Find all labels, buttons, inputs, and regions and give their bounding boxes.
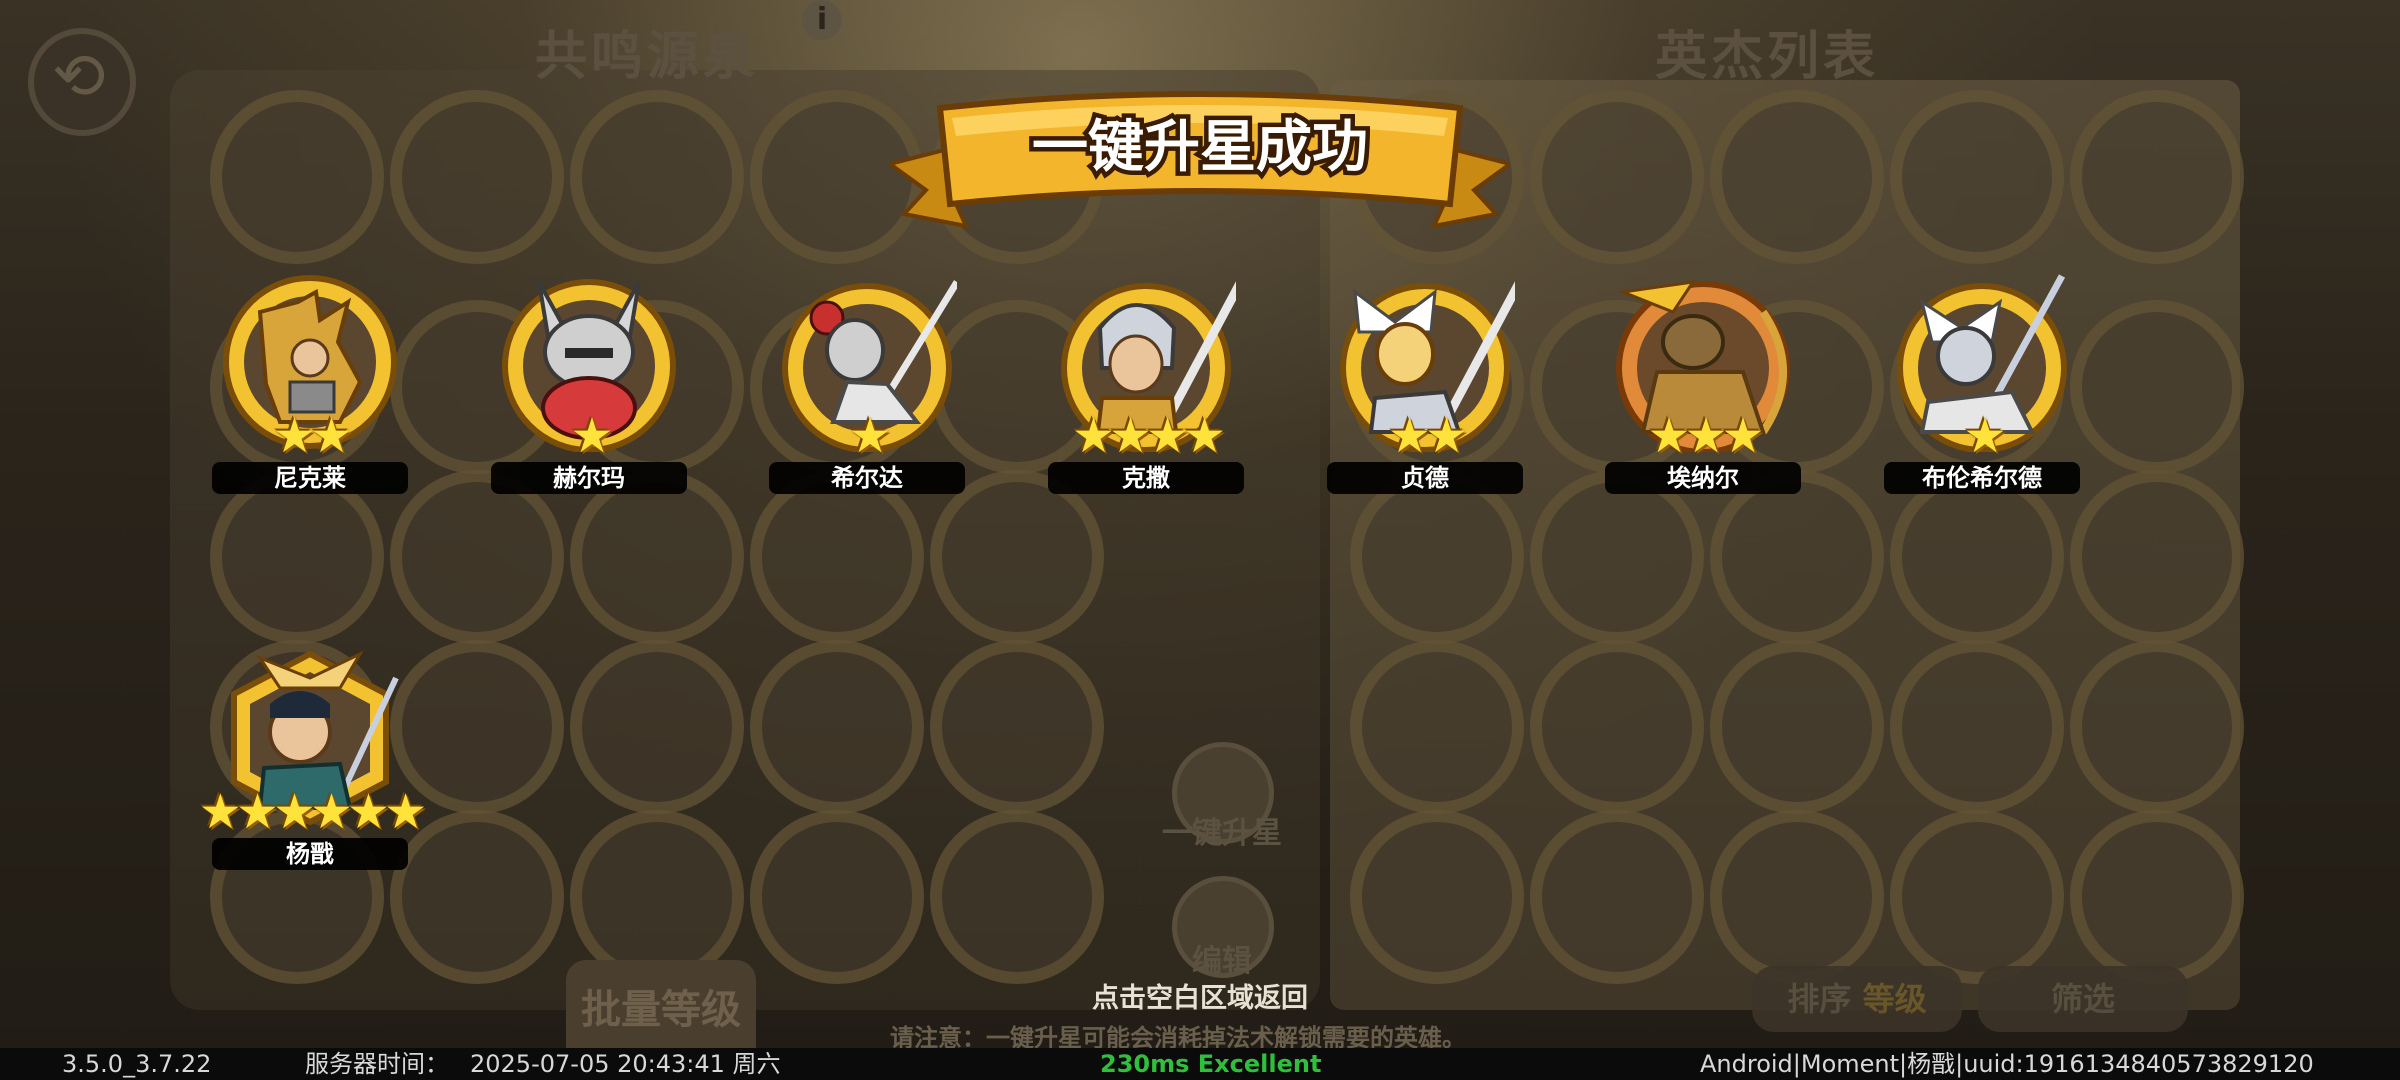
background-hero-slot (2070, 90, 2244, 264)
hero-name: 贞德 (1401, 464, 1449, 492)
hero-stars: ★★★ (1647, 408, 1764, 464)
status-bar: 3.5.0_3.7.22 服务器时间： 2025-07-05 20:43:41 … (0, 1048, 2400, 1080)
edit-label: 编辑 (1192, 944, 1252, 979)
success-banner: 一键升星成功 (890, 91, 1510, 229)
sort-button[interactable]: 排序 等级 (1752, 966, 1962, 1032)
background-hero-slot (570, 810, 744, 984)
device-info: Android|Moment|杨戬|uuid:19161348405738291… (1700, 1050, 2314, 1078)
sort-label: 排序 (1787, 980, 1852, 1018)
server-time: 2025-07-05 20:43:41 周六 (470, 1050, 781, 1078)
background-hero-slot (750, 810, 924, 984)
hero-card-kesa: ★★★★ 克撒 (1046, 272, 1246, 502)
background-hero-slot (1530, 810, 1704, 984)
filter-button[interactable]: 筛选 (1978, 966, 2188, 1032)
hero-name: 布伦希尔德 (1922, 464, 2042, 492)
hero-name: 赫尔玛 (553, 464, 625, 492)
hero-card-hilda: ★ 希尔达 (767, 272, 967, 502)
sort-value: 等级 (1862, 980, 1927, 1018)
ping-status: 230ms Excellent (1100, 1050, 1322, 1078)
version-text: 3.5.0_3.7.22 (62, 1050, 212, 1078)
background-hero-slot (930, 810, 1104, 984)
background-hero-slot (1350, 640, 1524, 814)
hero-card-yangjian: ★★★★★★ 杨戬 (199, 648, 427, 878)
hero-name: 尼克莱 (274, 464, 346, 492)
background-hero-slot (570, 90, 744, 264)
background-hero-slot (2070, 470, 2244, 644)
hero-stars: ★★★★ (1071, 408, 1226, 464)
hero-card-helma: ★ 赫尔玛 (489, 272, 689, 502)
batch-level-button[interactable]: 批量等级 (566, 960, 756, 1060)
tap-to-return-hint[interactable]: 点击空白区域返回 (1000, 976, 1400, 1015)
hero-card-brunhilde: ★ 布伦希尔德 (1882, 272, 2082, 502)
hero-stars: ★★ (1387, 408, 1468, 464)
info-icon[interactable]: i (802, 0, 842, 40)
back-button[interactable] (28, 28, 136, 136)
hero-card-nikolai: ★★ 尼克莱 (210, 272, 410, 502)
hero-stars: ★ (1963, 408, 2006, 464)
background-hero-slot (1890, 810, 2064, 984)
resonance-title: 共鸣源泉 (535, 26, 760, 87)
background-hero-slot (2070, 300, 2244, 474)
background-hero-slot (210, 90, 384, 264)
background-hero-slot (1710, 810, 1884, 984)
hero-stars: ★ (848, 408, 891, 464)
server-time-label: 服务器时间： (305, 1050, 449, 1078)
background-hero-slot (1890, 640, 2064, 814)
filter-label: 筛选 (2050, 980, 2115, 1018)
hero-card-einar: ★★★ 埃纳尔 (1603, 272, 1803, 502)
hero-name: 杨戬 (286, 840, 334, 868)
background-hero-slot (750, 640, 924, 814)
hero-stars: ★ (570, 408, 613, 464)
background-hero-slot (1710, 640, 1884, 814)
background-hero-slot (390, 90, 564, 264)
background-hero-slot (1530, 90, 1704, 264)
background-hero-slot (570, 640, 744, 814)
hero-stars: ★★ (272, 408, 353, 464)
background-hero-slot (2070, 810, 2244, 984)
background-hero-slot (1530, 640, 1704, 814)
banner-title: 一键升星成功 (1032, 115, 1368, 180)
hero-name: 克撒 (1122, 464, 1170, 492)
hero-name: 埃纳尔 (1667, 464, 1739, 492)
hero-list-title: 英杰列表 (1655, 26, 1880, 87)
background-hero-slot (1710, 90, 1884, 264)
background-hero-slot (930, 640, 1104, 814)
background-hero-slot (1350, 810, 1524, 984)
hero-card-joan: ★★ 贞德 (1325, 272, 1525, 502)
background-hero-slot (2070, 640, 2244, 814)
one-key-star-label: 一键升星 (1162, 816, 1282, 851)
background-hero-slot (1890, 90, 2064, 264)
hero-stars: ★★★★★★ (198, 784, 427, 840)
hero-name: 希尔达 (831, 464, 903, 492)
